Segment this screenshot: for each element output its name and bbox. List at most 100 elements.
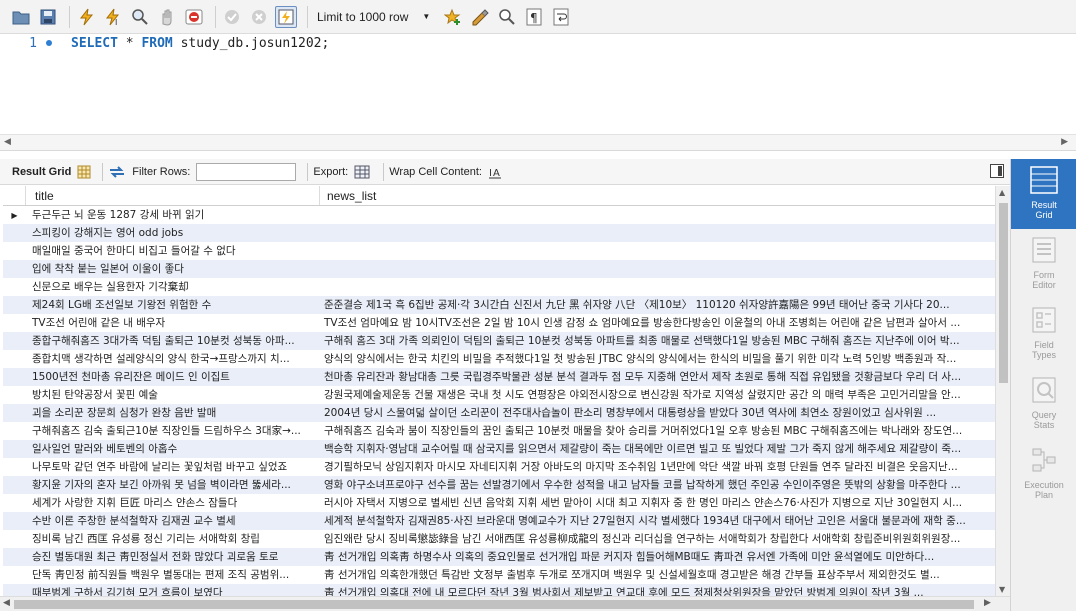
toggle-side-panel-icon[interactable]: [990, 164, 1004, 178]
side-tab-form-editor[interactable]: Form Editor: [1011, 229, 1076, 299]
table-row[interactable]: 나무토막 같던 연주 바람에 날리는 꽃잎처럼 바꾸고 싶었죠 경기필하모닉 상임…: [3, 458, 995, 476]
filter-rows-input[interactable]: [196, 162, 297, 181]
cell-news-list[interactable]: 임진왜란 당시 징비록懲毖錄을 남긴 서애西匡 유성룡柳成龍의 정신과 리더십을…: [320, 530, 995, 548]
table-row[interactable]: 황지윤 기자의 혼자 보긴 아까워 못 넘을 벽이라면 뚫세라... 영화 야구소…: [3, 476, 995, 494]
cell-title[interactable]: 1500년전 천마총 유리잔은 메이드 인 이집트: [26, 368, 320, 386]
grid-vertical-scrollbar[interactable]: ▲ ▼: [995, 186, 1010, 596]
cell-title[interactable]: 징비록 남긴 西匡 유성룡 정신 기리는 서애학회 창립: [26, 530, 320, 548]
cell-news-list[interactable]: 2004년 당시 스물여덟 살이던 소리꾼이 전주대사습놀이 판소리 명창부에서…: [320, 404, 995, 422]
table-row[interactable]: 스피킹이 강해지는 영어 odd jobs: [3, 224, 995, 242]
cell-news-list[interactable]: 천마총 유리잔과 황남대총 그릇 국립경주박물관 성분 분석 결과두 점 모두 …: [320, 368, 995, 386]
invisible-chars-pilcrow-icon[interactable]: ¶: [523, 6, 545, 28]
limit-rows-select[interactable]: Limit to 1000 row ▼: [313, 6, 436, 28]
autocommit-toggle-icon[interactable]: [275, 5, 297, 28]
cell-news-list[interactable]: 靑 선거개입 의혹대 전에 내 모르다던 작년 3월 범사회서 제보받고 연교대…: [320, 584, 995, 596]
column-header-news-list[interactable]: news_list: [320, 186, 995, 205]
table-row[interactable]: 1500년전 천마총 유리잔은 메이드 인 이집트 천마총 유리잔과 황남대총 그…: [3, 368, 995, 386]
cell-title[interactable]: 종합구해줘홈즈 3대가족 덕팀 출퇴근 10분컷 성북동 아파...: [26, 332, 320, 350]
result-grid[interactable]: title news_list ▶ 두근두근 뇌 운동 1287 강세 바뀌 읽기…: [3, 186, 995, 596]
table-row[interactable]: 단독 靑민정 前직원들 백원우 별동대는 편제 조직 공범위... 靑 선거개입 …: [3, 566, 995, 584]
cell-news-list[interactable]: 靑 선거개입 의혹한개했던 특감반 文정부 출범후 두개로 쪼개지며 백원우 및…: [320, 566, 995, 584]
cell-title[interactable]: 승진 별동대원 최근 靑민정실서 전화 많았다 괴로움 토로: [26, 548, 320, 566]
cell-news-list[interactable]: [320, 278, 995, 296]
scroll-left-arrow-icon[interactable]: ◀: [3, 598, 10, 608]
cell-title[interactable]: 괴을 소리꾼 장문희 심청가 완창 음반 발매: [26, 404, 320, 422]
table-row[interactable]: TV조선 어린애 같은 내 배우자 TV조선 엄마예요 밤 10시TV조선은 2일…: [3, 314, 995, 332]
rollback-x-icon[interactable]: [248, 6, 270, 28]
table-row[interactable]: 방치된 탄약공장서 꽃핀 예술 강원국제예술제운동 건물 재생은 국내 첫 시도 …: [3, 386, 995, 404]
table-row[interactable]: 신문으로 배우는 실용한자 기각棄却: [3, 278, 995, 296]
cell-news-list[interactable]: 백승학 지휘자·영남대 교수어릴 때 삼국지를 읽으면서 제갈량이 죽는 대목에…: [320, 440, 995, 458]
result-grid-tab[interactable]: Result Grid: [12, 166, 71, 178]
beautify-brush-icon[interactable]: [469, 6, 491, 28]
cell-title[interactable]: 제24회 LG배 조선일보 기왕전 위험한 수: [26, 296, 320, 314]
cell-title[interactable]: 신문으로 배우는 실용한자 기각棄却: [26, 278, 320, 296]
table-row[interactable]: 종합구해줘홈즈 3대가족 덕팀 출퇴근 10분컷 성북동 아파... 구해줘 홈즈…: [3, 332, 995, 350]
table-row[interactable]: 구해줘홈즈 김숙 출퇴근10분 직장인들 드림하우스 3대家→... 구해줘홈즈 …: [3, 422, 995, 440]
add-snippet-star-icon[interactable]: [442, 6, 464, 28]
wrap-cell-toggle-icon[interactable]: IA: [488, 165, 502, 179]
cell-news-list[interactable]: 靑 선거개입 의혹靑 하명수사 의혹의 중요인물로 선거개입 파문 커지자 힘들…: [320, 548, 995, 566]
cell-title[interactable]: 입에 착착 붙는 일본어 이울이 좋다: [26, 260, 320, 278]
table-row[interactable]: 징비록 남긴 西匡 유성룡 정신 기리는 서애학회 창립 임진왜란 당시 징비록懲…: [3, 530, 995, 548]
cell-title[interactable]: 두근두근 뇌 운동 1287 강세 바뀌 읽기: [26, 206, 320, 224]
cell-news-list[interactable]: 양식의 양식에서는 한국 치킨의 비밀을 추적했다1일 첫 방송된 JTBC 양…: [320, 350, 995, 368]
cell-title[interactable]: 구해줘홈즈 김숙 출퇴근10분 직장인들 드림하우스 3대家→...: [26, 422, 320, 440]
scroll-left-arrow-icon[interactable]: ◀: [4, 137, 11, 147]
cell-title[interactable]: TV조선 어린애 같은 내 배우자: [26, 314, 320, 332]
scroll-thumb[interactable]: [999, 203, 1008, 383]
cell-news-list[interactable]: 강원국제예술제운동 건물 재생은 국내 첫 시도 연평장은 야외전시장으로 변신…: [320, 386, 995, 404]
refresh-arrows-icon[interactable]: [108, 165, 126, 179]
cell-news-list[interactable]: 구해줘 홈즈 3대 가족 의뢰인이 덕팀의 출퇴근 10분컷 성북동 아파트를 …: [320, 332, 995, 350]
save-icon[interactable]: [37, 6, 59, 28]
side-tab-execution-plan[interactable]: Execution Plan: [1011, 439, 1076, 509]
scroll-down-arrow-icon[interactable]: ▼: [999, 585, 1005, 594]
side-tab-field-types[interactable]: Field Types: [1011, 299, 1076, 369]
cell-title[interactable]: 방치된 탄약공장서 꽃핀 예술: [26, 386, 320, 404]
cell-title[interactable]: 스피킹이 강해지는 영어 odd jobs: [26, 224, 320, 242]
execute-current-icon[interactable]: I: [102, 6, 124, 28]
cell-news-list[interactable]: 러시아 자택서 지병으로 별세빈 신년 음악회 지휘 세번 맡아이 시대 최고 …: [320, 494, 995, 512]
table-row[interactable]: ▶ 두근두근 뇌 운동 1287 강세 바뀌 읽기: [3, 206, 995, 224]
cell-news-list[interactable]: 경기필하모닉 상임지휘자 마시모 자네티지휘 거장 아바도의 마지막 조수취임 …: [320, 458, 995, 476]
column-header-title[interactable]: title: [26, 186, 320, 205]
table-row[interactable]: 괴을 소리꾼 장문희 심청가 완창 음반 발매 2004년 당시 스물여덟 살이던…: [3, 404, 995, 422]
toggle-stop-error-icon[interactable]: [183, 6, 205, 28]
cell-news-list[interactable]: 구해줘홈즈 김숙과 붐이 직장인들의 꿈인 출퇴근 10분컷 매물을 찾아 승리…: [320, 422, 995, 440]
scroll-right-arrow-icon[interactable]: ▶: [1061, 137, 1068, 147]
side-tab-query-stats[interactable]: Query Stats: [1011, 369, 1076, 439]
table-row[interactable]: 매일매일 중국어 한마디 비집고 들어갈 수 없다: [3, 242, 995, 260]
execute-lightning-icon[interactable]: [75, 6, 97, 28]
cell-news-list[interactable]: [320, 242, 995, 260]
cell-title[interactable]: 매일매일 중국어 한마디 비집고 들어갈 수 없다: [26, 242, 320, 260]
cell-title[interactable]: 때부범계 구하서 김기혀 모거 흐름이 보였다: [26, 584, 320, 596]
grid-view-icon[interactable]: [77, 165, 91, 179]
wrap-lines-icon[interactable]: [550, 6, 572, 28]
table-row[interactable]: 수반 이론 주창한 분석철학자 김재권 교수 별세 세계적 분석철학자 김재권85…: [3, 512, 995, 530]
table-row[interactable]: 승진 별동대원 최근 靑민정실서 전화 많았다 괴로움 토로 靑 선거개입 의혹靑…: [3, 548, 995, 566]
cell-title[interactable]: 단독 靑민정 前직원들 백원우 별동대는 편제 조직 공범위...: [26, 566, 320, 584]
table-row[interactable]: 세계가 사랑한 지휘 巨匠 마리스 얀손스 잠들다 러시아 자택서 지병으로 별세…: [3, 494, 995, 512]
cell-title[interactable]: 나무토막 같던 연주 바람에 날리는 꽃잎처럼 바꾸고 싶었죠: [26, 458, 320, 476]
scroll-right-arrow-icon[interactable]: ▶: [984, 598, 991, 608]
scroll-thumb[interactable]: [14, 600, 974, 609]
table-row[interactable]: 제24회 LG배 조선일보 기왕전 위험한 수 준준결승 제1국 흑 6집반 공제…: [3, 296, 995, 314]
commit-check-icon[interactable]: [221, 6, 243, 28]
cell-news-list[interactable]: [320, 224, 995, 242]
editor-horizontal-scrollbar[interactable]: ◀ ▶: [0, 134, 1076, 151]
table-row[interactable]: 일사일언 말러와 베토벤의 아홉수 백승학 지휘자·영남대 교수어릴 때 삼국지를…: [3, 440, 995, 458]
export-grid-icon[interactable]: [354, 164, 372, 180]
grid-horizontal-scrollbar[interactable]: ◀ ▶: [0, 596, 1010, 611]
cell-title[interactable]: 일사일언 말러와 베토벤의 아홉수: [26, 440, 320, 458]
cell-news-list[interactable]: TV조선 엄마예요 밤 10시TV조선은 2일 밤 10시 인생 감정 쇼 엄마…: [320, 314, 995, 332]
cell-title[interactable]: 수반 이론 주창한 분석철학자 김재권 교수 별세: [26, 512, 320, 530]
table-row[interactable]: 입에 착착 붙는 일본어 이울이 좋다: [3, 260, 995, 278]
find-magnifier-icon[interactable]: [496, 6, 518, 28]
cell-news-list[interactable]: 세계적 분석철학자 김재권85·사진 브라운대 명예교수가 지난 27일현지 시…: [320, 512, 995, 530]
table-row[interactable]: 때부범계 구하서 김기혀 모거 흐름이 보였다 靑 선거개입 의혹대 전에 내 모…: [3, 584, 995, 596]
stop-hand-icon[interactable]: [156, 6, 178, 28]
cell-title[interactable]: 황지윤 기자의 혼자 보긴 아까워 못 넘을 벽이라면 뚫세라...: [26, 476, 320, 494]
explain-magnifier-icon[interactable]: [129, 6, 151, 28]
scroll-up-arrow-icon[interactable]: ▲: [999, 188, 1005, 197]
side-tab-result-grid[interactable]: Result Grid: [1011, 159, 1076, 229]
